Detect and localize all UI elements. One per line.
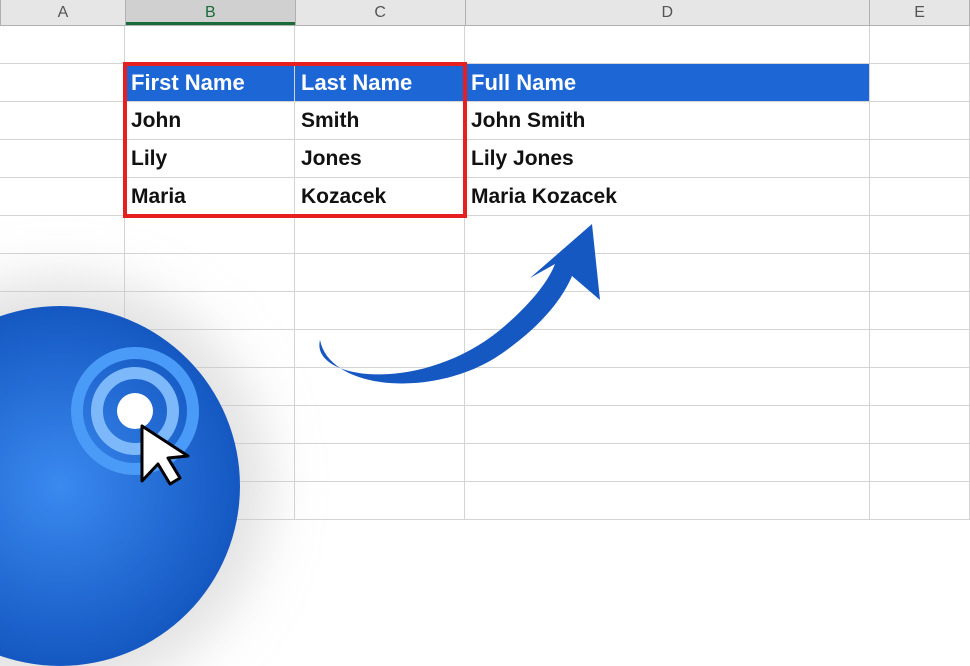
cell[interactable] — [125, 216, 295, 254]
cell[interactable] — [870, 406, 970, 444]
grid-row — [0, 216, 970, 254]
cell[interactable] — [0, 26, 125, 64]
cell[interactable] — [870, 178, 970, 216]
col-header-a[interactable]: A — [1, 0, 126, 25]
cell[interactable] — [125, 292, 295, 330]
cell-last-name[interactable]: Jones — [295, 140, 465, 178]
grid-row: Lily Jones Lily Jones — [0, 140, 970, 178]
grid-row: Maria Kozacek Maria Kozacek — [0, 178, 970, 216]
cell[interactable] — [295, 368, 465, 406]
grid-row — [0, 292, 970, 330]
cell-full-name[interactable]: Maria Kozacek — [465, 178, 870, 216]
cell[interactable] — [465, 216, 870, 254]
header-last-name[interactable]: Last Name — [295, 64, 465, 102]
cell[interactable] — [870, 26, 970, 64]
col-header-d[interactable]: D — [466, 0, 871, 25]
col-header-b[interactable]: B — [126, 0, 296, 25]
cell[interactable] — [465, 368, 870, 406]
header-first-name[interactable]: First Name — [125, 64, 295, 102]
col-header-e[interactable]: E — [870, 0, 970, 25]
header-full-name[interactable]: Full Name — [465, 64, 870, 102]
cell[interactable] — [0, 102, 125, 140]
cell[interactable] — [870, 368, 970, 406]
grid-row — [0, 254, 970, 292]
cell[interactable] — [870, 216, 970, 254]
cell-first-name[interactable]: Maria — [125, 178, 295, 216]
cell[interactable] — [465, 26, 870, 64]
cell[interactable] — [870, 102, 970, 140]
cell[interactable] — [465, 254, 870, 292]
grid-row — [0, 26, 970, 64]
cell[interactable] — [295, 216, 465, 254]
cell[interactable] — [0, 254, 125, 292]
cell[interactable] — [870, 444, 970, 482]
cell[interactable] — [465, 406, 870, 444]
cell[interactable] — [125, 26, 295, 64]
cell[interactable] — [870, 140, 970, 178]
cell[interactable] — [465, 292, 870, 330]
cell[interactable] — [295, 444, 465, 482]
cell[interactable] — [295, 330, 465, 368]
grid-row: First Name Last Name Full Name — [0, 64, 970, 102]
cell[interactable] — [0, 178, 125, 216]
cell[interactable] — [125, 254, 295, 292]
grid-row: John Smith John Smith — [0, 102, 970, 140]
cell[interactable] — [465, 444, 870, 482]
cell[interactable] — [295, 26, 465, 64]
cell[interactable] — [870, 482, 970, 520]
cell-last-name[interactable]: Smith — [295, 102, 465, 140]
cell[interactable] — [870, 292, 970, 330]
cell[interactable] — [0, 64, 125, 102]
cell-first-name[interactable]: Lily — [125, 140, 295, 178]
cell[interactable] — [870, 64, 970, 102]
cell[interactable] — [870, 330, 970, 368]
cell[interactable] — [295, 254, 465, 292]
cell[interactable] — [870, 254, 970, 292]
cell[interactable] — [465, 330, 870, 368]
cell-full-name[interactable]: Lily Jones — [465, 140, 870, 178]
cell-last-name[interactable]: Kozacek — [295, 178, 465, 216]
cell-full-name[interactable]: John Smith — [465, 102, 870, 140]
col-header-c[interactable]: C — [296, 0, 466, 25]
cell[interactable] — [0, 216, 125, 254]
column-header-bar: A B C D E — [0, 0, 970, 26]
cell[interactable] — [295, 482, 465, 520]
cell[interactable] — [0, 140, 125, 178]
cell[interactable] — [295, 406, 465, 444]
cell[interactable] — [295, 292, 465, 330]
cell-first-name[interactable]: John — [125, 102, 295, 140]
cell[interactable] — [465, 482, 870, 520]
